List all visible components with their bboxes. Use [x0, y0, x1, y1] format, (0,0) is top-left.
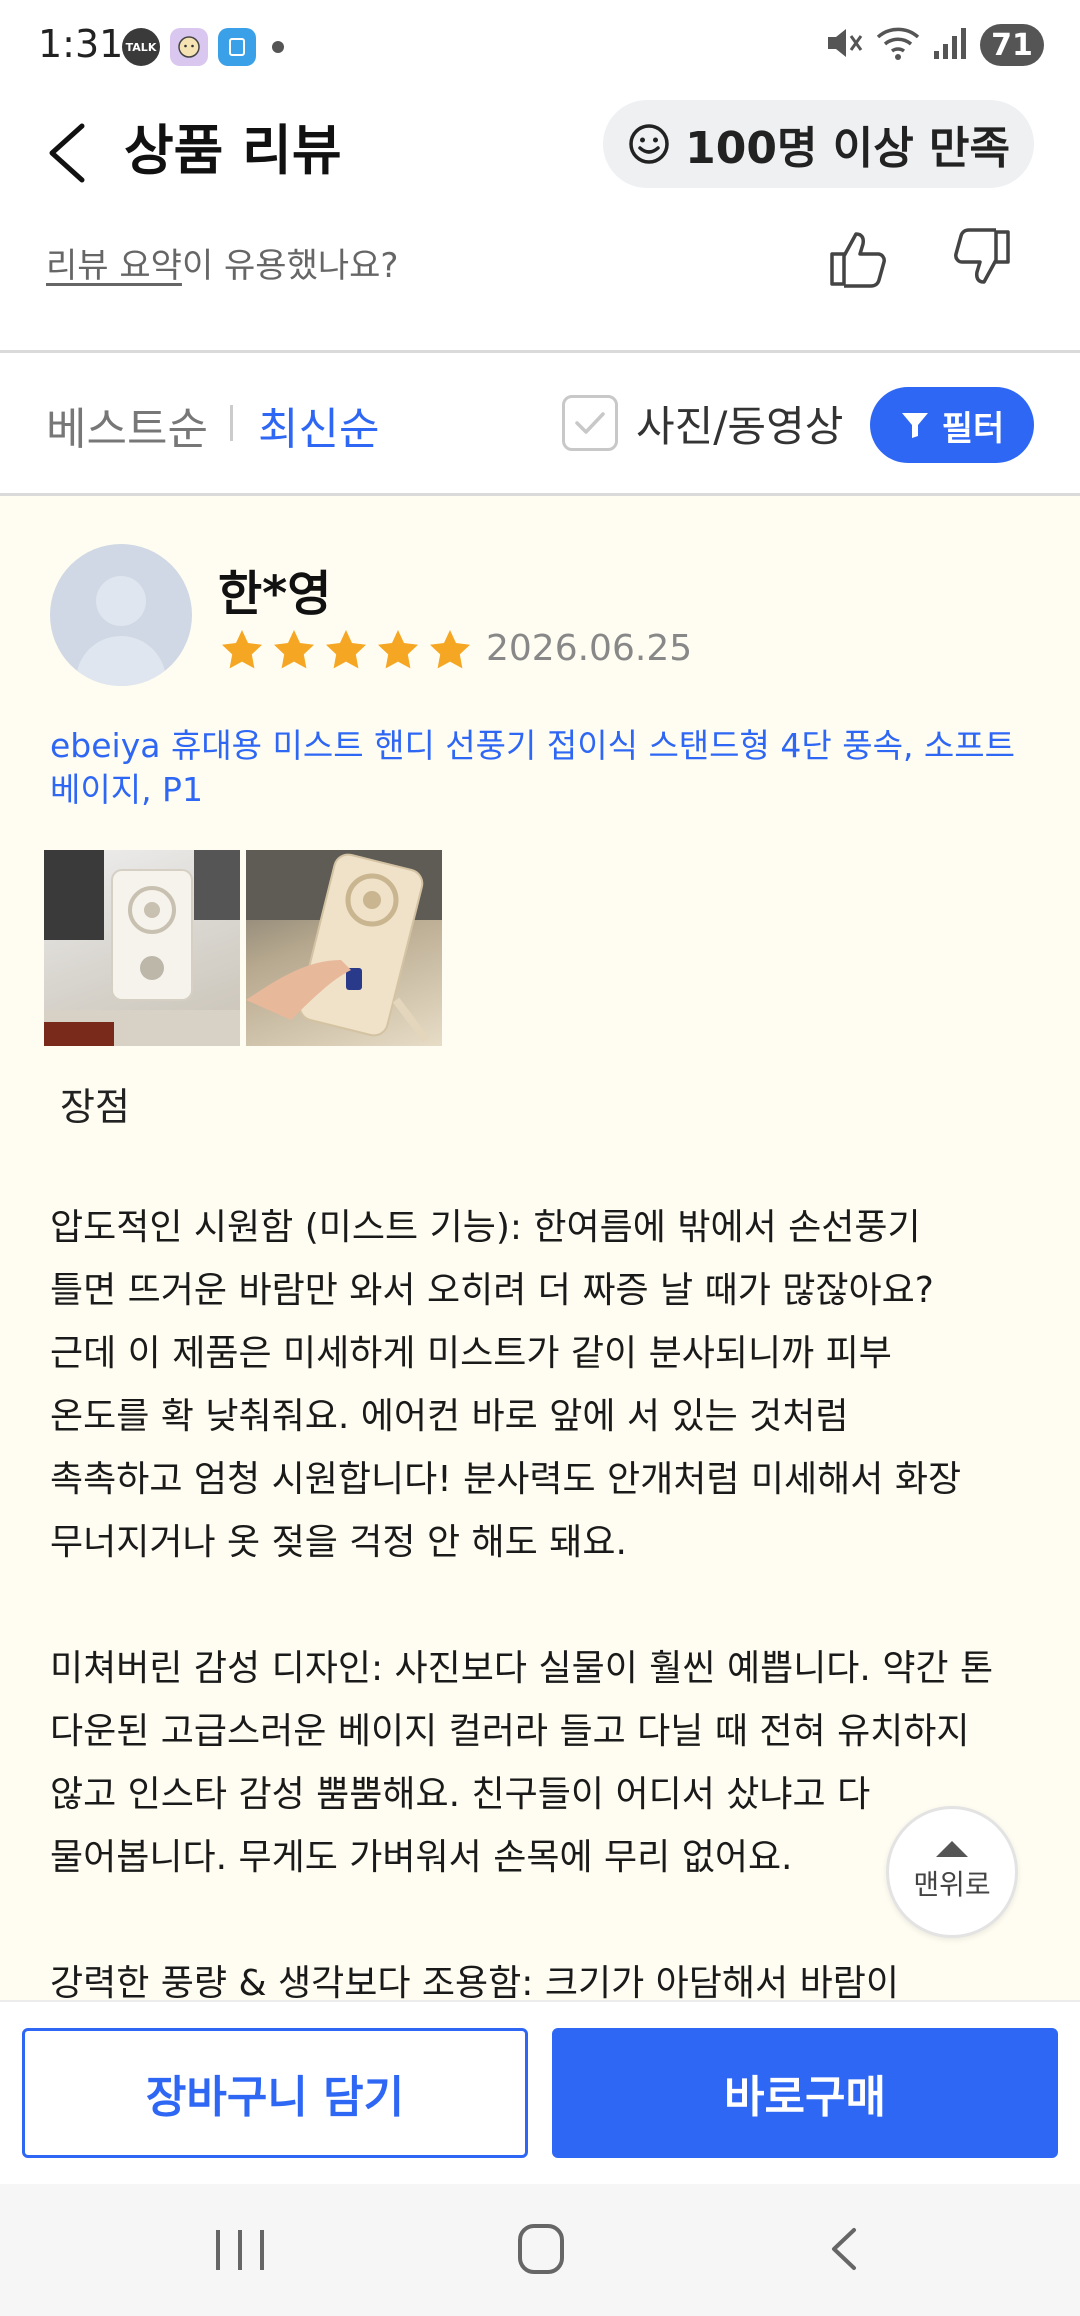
summary-feedback: 리뷰 요약이 유용했나요?: [0, 216, 1080, 346]
recent-apps-button[interactable]: [216, 2230, 264, 2270]
scroll-top-label: 맨위로: [913, 1868, 991, 1901]
chevron-left-icon: [49, 123, 85, 183]
thumbs-down-icon: [954, 228, 1010, 284]
scroll-top-button[interactable]: 맨위로: [886, 1806, 1018, 1938]
rating-stars: [218, 626, 474, 674]
thumbs-down-button[interactable]: [950, 226, 1014, 290]
page-title: 상품 리뷰: [124, 119, 342, 182]
star-icon: [378, 630, 418, 669]
photo-video-checkbox[interactable]: [562, 395, 618, 451]
review-card: 한*영 2026.06.25 ebeiya 휴대용 미스트 핸디 선풍기 접이식…: [0, 496, 1080, 2000]
smile-icon: [629, 124, 669, 164]
review-section-title: 장점: [60, 1085, 130, 1129]
notification-icons: TALK: [122, 28, 284, 66]
star-icon: [326, 630, 366, 669]
avatar-head: [96, 576, 146, 626]
sort-best-tab[interactable]: 베스트순: [46, 393, 208, 457]
system-icons: 71: [824, 24, 1044, 66]
summary-link[interactable]: 리뷰 요약: [46, 246, 182, 286]
photo-video-label[interactable]: 사진/동영상: [636, 393, 843, 454]
system-back-button[interactable]: [820, 2224, 870, 2274]
talk-app-icon: TALK: [122, 28, 160, 66]
status-bar: 1:31 TALK 71: [0, 0, 1080, 96]
buy-now-button[interactable]: 바로구매: [552, 2028, 1058, 2158]
chevron-left-icon: [832, 2228, 856, 2270]
sort-newest-tab[interactable]: 최신순: [258, 393, 379, 457]
funnel-icon: [901, 413, 928, 438]
avatar: [50, 544, 192, 686]
signal-icon: [932, 25, 968, 65]
more-notifications-icon: [272, 41, 284, 53]
filter-button[interactable]: 필터: [870, 387, 1034, 463]
bottom-action-bar: 장바구니 담기 바로구매: [0, 2000, 1080, 2184]
star-icon: [274, 630, 314, 669]
star-icon: [430, 630, 470, 669]
status-time: 1:31: [38, 22, 124, 66]
bracket-app-icon: [218, 28, 256, 66]
mute-icon: [824, 25, 864, 65]
satisfaction-text: 100명 이상 만족: [685, 123, 1010, 174]
battery-indicator: 71: [980, 24, 1044, 66]
avatar-body: [76, 636, 166, 686]
satisfaction-chip[interactable]: 100명 이상 만족: [603, 100, 1034, 188]
sort-separator: [230, 405, 233, 441]
thumbs-up-button[interactable]: [826, 226, 890, 290]
review-date: 2026.06.25: [486, 628, 693, 669]
check-icon: [575, 412, 605, 434]
sort-filter-bar: 베스트순 최신순 사진/동영상 필터: [0, 353, 1080, 493]
reviewer-name: 한*영: [218, 566, 332, 622]
product-option[interactable]: ebeiya 휴대용 미스트 핸디 선풍기 접이식 스탠드형 4단 풍속, 소프…: [50, 724, 1040, 812]
arrow-up-icon: [936, 1841, 968, 1857]
app-header: 상품 리뷰 100명 이상 만족: [0, 96, 1080, 216]
face-app-icon: [170, 28, 208, 66]
filter-label: 필터: [941, 408, 1005, 449]
summary-question-rest: 이 유용했나요?: [181, 246, 399, 286]
home-button[interactable]: [518, 2224, 564, 2274]
wifi-icon: [876, 25, 920, 65]
review-photo[interactable]: [246, 850, 442, 1046]
review-photo[interactable]: [44, 850, 240, 1046]
star-icon: [222, 630, 262, 669]
add-to-cart-button[interactable]: 장바구니 담기: [22, 2028, 528, 2158]
summary-question: 리뷰 요약이 유용했나요?: [46, 238, 398, 287]
system-nav-bar: [0, 2184, 1080, 2316]
thumbs-up-icon: [830, 232, 886, 288]
back-button[interactable]: [40, 108, 100, 198]
